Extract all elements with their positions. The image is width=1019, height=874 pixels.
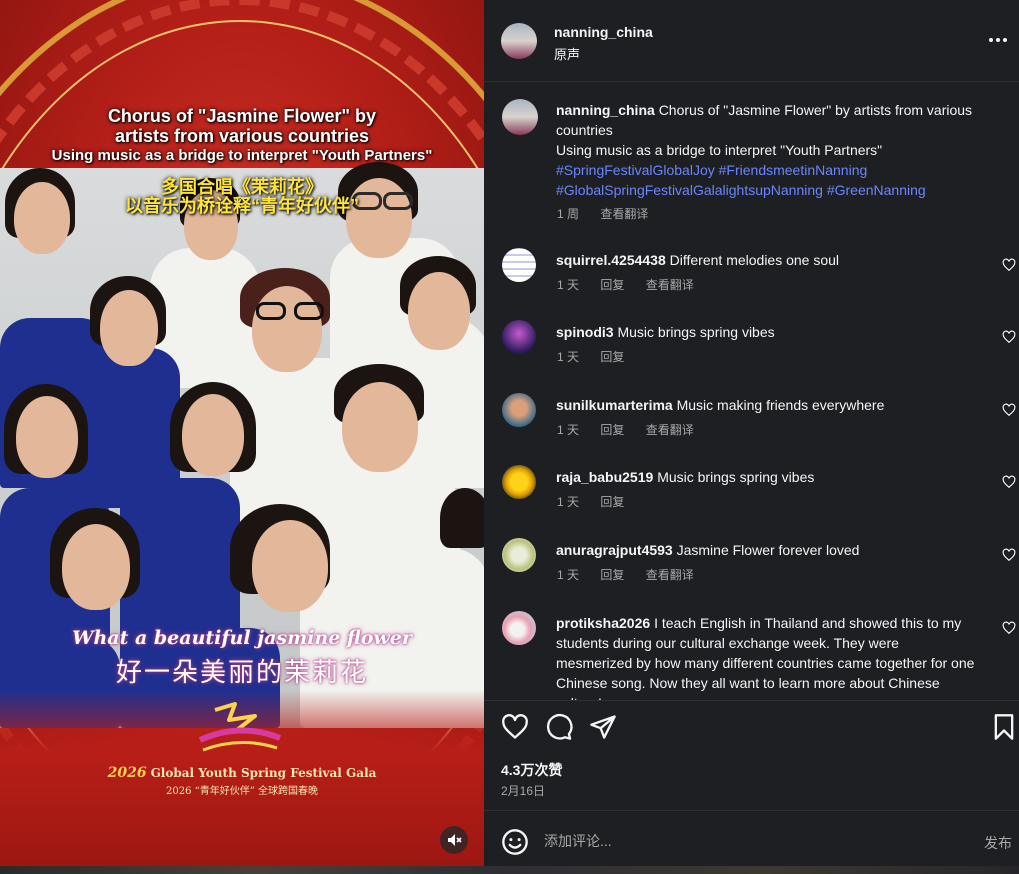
comment-meta: 1 天 回复 查看翻译 (557, 421, 712, 438)
post-actions: 4.3万次赞 2月16日 (484, 700, 1019, 810)
comment-reply-link[interactable]: 回复 (600, 350, 624, 364)
comment-username[interactable]: spinodi3 (556, 324, 614, 340)
caption-hashtags[interactable]: #SpringFestivalGlobalJoy #FriendsmeetinN… (556, 162, 926, 198)
comment-time: 1 天 (557, 423, 580, 437)
comment-bubble-icon[interactable] (545, 713, 573, 741)
comment-item: squirrel.4254438 Different melodies one … (484, 248, 1019, 308)
comment-body: anuragrajput4593 Jasmine Flower forever … (556, 540, 976, 560)
comment-body: squirrel.4254438 Different melodies one … (556, 250, 976, 270)
avatar[interactable] (502, 538, 536, 572)
gala-title-text: Global Youth Spring Festival Gala (150, 766, 377, 780)
comment-translate-link[interactable]: 查看翻译 (646, 423, 694, 437)
avatar[interactable] (502, 611, 536, 645)
post-caption: nanning_china Chorus of "Jasmine Flower"… (484, 82, 1019, 230)
comment-time: 1 天 (557, 350, 580, 364)
avatar[interactable] (502, 99, 538, 135)
comment-reply-link[interactable]: 回复 (600, 495, 624, 509)
speaker-muted-icon (448, 834, 462, 846)
lyric-cn: 好一朵美丽的茉莉花 (115, 658, 368, 688)
comment-username[interactable]: protiksha2026 (556, 615, 650, 631)
comment-body: protiksha2026 I teach English in Thailan… (556, 613, 976, 700)
comment-username[interactable]: raja_babu2519 (556, 469, 653, 485)
comment-text: Music making friends everywhere (676, 397, 885, 413)
more-options-button[interactable] (989, 32, 1013, 48)
comment-item: sunilkumarterima Music making friends ev… (484, 393, 1019, 453)
audio-label[interactable]: 原声 (554, 44, 580, 63)
post-header: nanning_china 原声 (484, 0, 1019, 82)
bookmark-icon[interactable] (990, 713, 1018, 741)
gala-logo (198, 702, 282, 752)
comment-time: 1 天 (557, 495, 580, 509)
comment-meta: 1 天 回复 (557, 348, 642, 365)
comment-time: 1 天 (557, 568, 580, 582)
comment-translate-link[interactable]: 查看翻译 (646, 568, 694, 582)
video-caption-en-line2: artists from various countries (114, 126, 370, 146)
comments-list[interactable]: squirrel.4254438 Different melodies one … (484, 230, 1019, 700)
lyric-en: What a beautiful jasmine flower (72, 627, 412, 649)
post-details-panel: nanning_china 原声 nanning_china Chorus of… (484, 0, 1019, 870)
header-username[interactable]: nanning_china (554, 24, 653, 40)
emoji-icon[interactable] (501, 828, 529, 856)
gala-year: 2026 (107, 765, 147, 781)
comment-text: Music brings spring vibes (657, 469, 815, 485)
comment-translate-link[interactable]: 查看翻译 (646, 278, 694, 292)
comment-body: raja_babu2519 Music brings spring vibes (556, 467, 976, 487)
video-caption-en-line3: Using music as a bridge to interpret "Yo… (51, 147, 433, 164)
comment-meta: 1 天 回复 (557, 493, 642, 510)
comment-item: spinodi3 Music brings spring vibes 1 天 回… (484, 320, 1019, 380)
send-icon[interactable] (589, 713, 617, 741)
heart-icon[interactable] (1002, 475, 1016, 489)
heart-icon[interactable] (1002, 621, 1016, 635)
comment-username[interactable]: anuragrajput4593 (556, 542, 673, 558)
comment-composer: 发布 (484, 810, 1019, 870)
heart-icon[interactable] (501, 713, 529, 741)
heart-icon[interactable] (1002, 548, 1016, 562)
gala-subtitle: 2026 “青年好伙伴” 全球跨国春晚 (165, 786, 319, 797)
caption-translate-link[interactable]: 查看翻译 (600, 207, 648, 221)
comment-username[interactable]: squirrel.4254438 (556, 252, 666, 268)
avatar[interactable] (502, 320, 536, 354)
post-date: 2月16日 (501, 784, 546, 798)
caption-body: nanning_china Chorus of "Jasmine Flower"… (556, 100, 1006, 200)
post-comment-button[interactable]: 发布 (984, 833, 1012, 853)
caption-text-line2: Using music as a bridge to interpret "Yo… (556, 142, 883, 158)
comment-item: protiksha2026 I teach English in Thailan… (484, 611, 1019, 700)
background-strip-bottom (0, 866, 1019, 874)
heart-icon[interactable] (1002, 258, 1016, 272)
comment-item: raja_babu2519 Music brings spring vibes … (484, 465, 1019, 525)
comment-text: Different melodies one soul (669, 252, 840, 268)
comment-reply-link[interactable]: 回复 (600, 568, 624, 582)
likes-count[interactable]: 4.3万次赞 (501, 760, 562, 780)
comment-reply-link[interactable]: 回复 (600, 278, 624, 292)
comment-item: anuragrajput4593 Jasmine Flower forever … (484, 538, 1019, 598)
mute-button[interactable] (440, 826, 468, 854)
comment-reply-link[interactable]: 回复 (600, 423, 624, 437)
comment-username[interactable]: sunilkumarterima (556, 397, 673, 413)
avatar[interactable] (502, 393, 536, 427)
post-video[interactable]: Chorus of "Jasmine Flower" by artists fr… (0, 0, 484, 870)
heart-icon[interactable] (1002, 403, 1016, 417)
caption-username[interactable]: nanning_china (556, 102, 655, 118)
comment-time: 1 天 (557, 278, 580, 292)
caption-meta: 1 周 查看翻译 (557, 205, 666, 222)
comment-text: Jasmine Flower forever loved (676, 542, 860, 558)
more-horizontal-icon (989, 38, 993, 42)
video-caption-en-line1: Chorus of "Jasmine Flower" by (107, 106, 377, 126)
avatar[interactable] (502, 465, 536, 499)
comment-body: sunilkumarterima Music making friends ev… (556, 395, 976, 415)
comment-input[interactable] (544, 829, 944, 853)
gala-title: 2026 Global Youth Spring Festival Gala (0, 765, 484, 781)
comment-meta: 1 天 回复 查看翻译 (557, 276, 712, 293)
video-caption-cn-line2: 以音乐为桥诠释“青年好伙伴” (125, 196, 359, 216)
heart-icon[interactable] (1002, 330, 1016, 344)
avatar[interactable] (501, 23, 537, 59)
avatar[interactable] (502, 248, 536, 282)
comment-text: Music brings spring vibes (617, 324, 775, 340)
caption-time: 1 周 (557, 207, 580, 221)
comment-meta: 1 天 回复 查看翻译 (557, 566, 712, 583)
comment-body: spinodi3 Music brings spring vibes (556, 322, 976, 342)
